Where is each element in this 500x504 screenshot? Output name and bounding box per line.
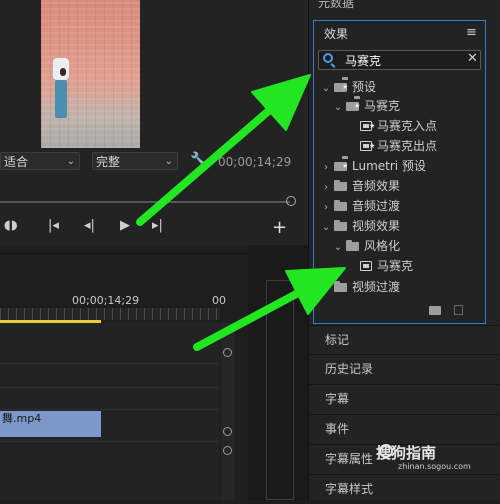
- step-back-icon[interactable]: ◂|: [84, 218, 95, 233]
- folder-icon: [334, 180, 347, 191]
- tree-item-stylize[interactable]: ⌄ 风格化: [332, 236, 400, 256]
- search-value[interactable]: 马赛克: [345, 52, 381, 69]
- quality-value: 完整: [96, 155, 121, 169]
- play-icon[interactable]: ▶: [120, 218, 130, 233]
- scrub-bar[interactable]: [0, 201, 290, 203]
- tree-item-label: 马赛克: [377, 259, 414, 273]
- tree-item-presets[interactable]: ⌄ 预设: [320, 77, 376, 97]
- marker-icon[interactable]: ◖◗: [4, 218, 18, 233]
- folder-icon: [334, 281, 347, 292]
- tree-item-label: 音频过渡: [352, 199, 401, 213]
- tree-item-mosaic-in[interactable]: 马赛克入点: [358, 116, 437, 136]
- tree-item-label: 风格化: [364, 239, 401, 253]
- audio-meter: [266, 280, 294, 500]
- fit-value: 适合: [4, 155, 29, 169]
- tree-item-label: 马赛克: [364, 99, 401, 113]
- video-clip[interactable]: 舞.mp4: [0, 411, 101, 437]
- tab-history[interactable]: 历史记录: [309, 354, 500, 383]
- go-to-in-icon[interactable]: |◂: [48, 218, 59, 233]
- video-preview[interactable]: [41, 0, 140, 148]
- tree-item-audio-effects[interactable]: › 音频效果: [320, 176, 400, 196]
- tab-events[interactable]: 事件: [309, 414, 500, 443]
- chevron-right-icon: ›: [324, 283, 328, 294]
- scroll-knob[interactable]: [223, 427, 232, 436]
- close-icon[interactable]: ✕: [467, 51, 478, 66]
- track-divider: [0, 387, 220, 388]
- tree-item-audio-transitions[interactable]: › 音频过渡: [320, 196, 400, 216]
- tree-item-mosaic-effect[interactable]: 马赛克: [358, 256, 413, 276]
- scroll-knob[interactable]: [223, 446, 232, 455]
- clip-label: 舞.mp4: [2, 412, 42, 425]
- watermark-text: 搜狗指南: [376, 444, 437, 462]
- folder-icon: [334, 200, 347, 211]
- preset-folder-icon: [334, 77, 348, 92]
- chevron-down-icon: ⌄: [321, 222, 331, 233]
- tree-item-label: Lumetri 预设: [352, 159, 426, 173]
- chevron-right-icon: ›: [324, 202, 328, 213]
- time-ruler[interactable]: [0, 308, 220, 320]
- track-divider: [0, 441, 220, 442]
- tree-item-mosaic-preset[interactable]: ⌄ 马赛克: [332, 96, 400, 116]
- folder-icon: [346, 240, 359, 251]
- track-divider: [0, 409, 220, 410]
- track-divider: [0, 363, 220, 364]
- tree-item-label: 音频效果: [352, 179, 401, 193]
- tree-item-label: 视频过渡: [352, 280, 401, 294]
- tree-item-lumetri[interactable]: › Lumetri 预设: [320, 156, 426, 176]
- new-bin-icon[interactable]: [429, 306, 441, 315]
- wrench-icon[interactable]: 🔧: [190, 152, 207, 168]
- chevron-down-icon: ⌄: [164, 156, 173, 167]
- tree-item-video-effects[interactable]: ⌄ 视频效果: [320, 216, 400, 236]
- effects-title[interactable]: 效果: [324, 25, 348, 42]
- preset-folder-icon: [334, 156, 348, 171]
- chevron-down-icon: ⌄: [321, 83, 331, 94]
- preset-effect-icon: [360, 136, 375, 156]
- metadata-tab[interactable]: 元数据: [318, 0, 354, 11]
- tab-caption-styles[interactable]: 字幕样式: [309, 474, 500, 500]
- program-monitor: [0, 0, 308, 245]
- tree-item-mosaic-out[interactable]: 马赛克出点: [358, 136, 437, 156]
- scrub-end-handle[interactable]: [286, 196, 296, 206]
- trash-icon[interactable]: [454, 305, 463, 315]
- tree-item-label: 预设: [352, 80, 377, 94]
- person-legs: [55, 80, 67, 118]
- tree-item-label: 马赛克入点: [377, 119, 438, 133]
- tree-item-label: 马赛克出点: [377, 139, 438, 153]
- quality-dropdown[interactable]: 完整 ⌄: [92, 152, 178, 170]
- effects-search-input[interactable]: [318, 50, 481, 70]
- preset-folder-icon: [346, 96, 360, 111]
- folder-icon: [334, 220, 347, 231]
- go-to-out-icon[interactable]: ▸|: [152, 218, 163, 233]
- ruler-timecode-cut: 00: [212, 294, 226, 307]
- tab-markers[interactable]: 标记: [309, 325, 500, 354]
- chevron-down-icon: ⌄: [66, 156, 75, 167]
- chevron-down-icon: ⌄: [333, 242, 343, 253]
- fit-dropdown[interactable]: 适合 ⌄: [0, 152, 80, 170]
- preset-effect-icon: [360, 116, 375, 136]
- person-head: [60, 68, 66, 76]
- add-button[interactable]: +: [272, 217, 287, 238]
- chevron-right-icon: ›: [324, 182, 328, 193]
- work-area-bar[interactable]: [0, 320, 101, 323]
- scroll-knob[interactable]: [223, 348, 232, 357]
- tab-captions[interactable]: 字幕: [309, 384, 500, 413]
- chevron-right-icon: ›: [324, 162, 328, 173]
- ruler-timecode: 00;00;14;29: [72, 294, 140, 307]
- watermark-url: zhinan.sogou.com: [398, 462, 471, 471]
- chevron-down-icon: ⌄: [333, 102, 343, 113]
- tree-item-label: 视频效果: [352, 219, 401, 233]
- playhead-timecode[interactable]: 00;00;14;29: [218, 152, 291, 172]
- search-icon: [323, 53, 333, 63]
- panel-menu-icon[interactable]: ≡: [466, 25, 477, 40]
- tree-item-video-transitions[interactable]: › 视频过渡: [320, 277, 400, 297]
- effect-icon: [360, 261, 372, 271]
